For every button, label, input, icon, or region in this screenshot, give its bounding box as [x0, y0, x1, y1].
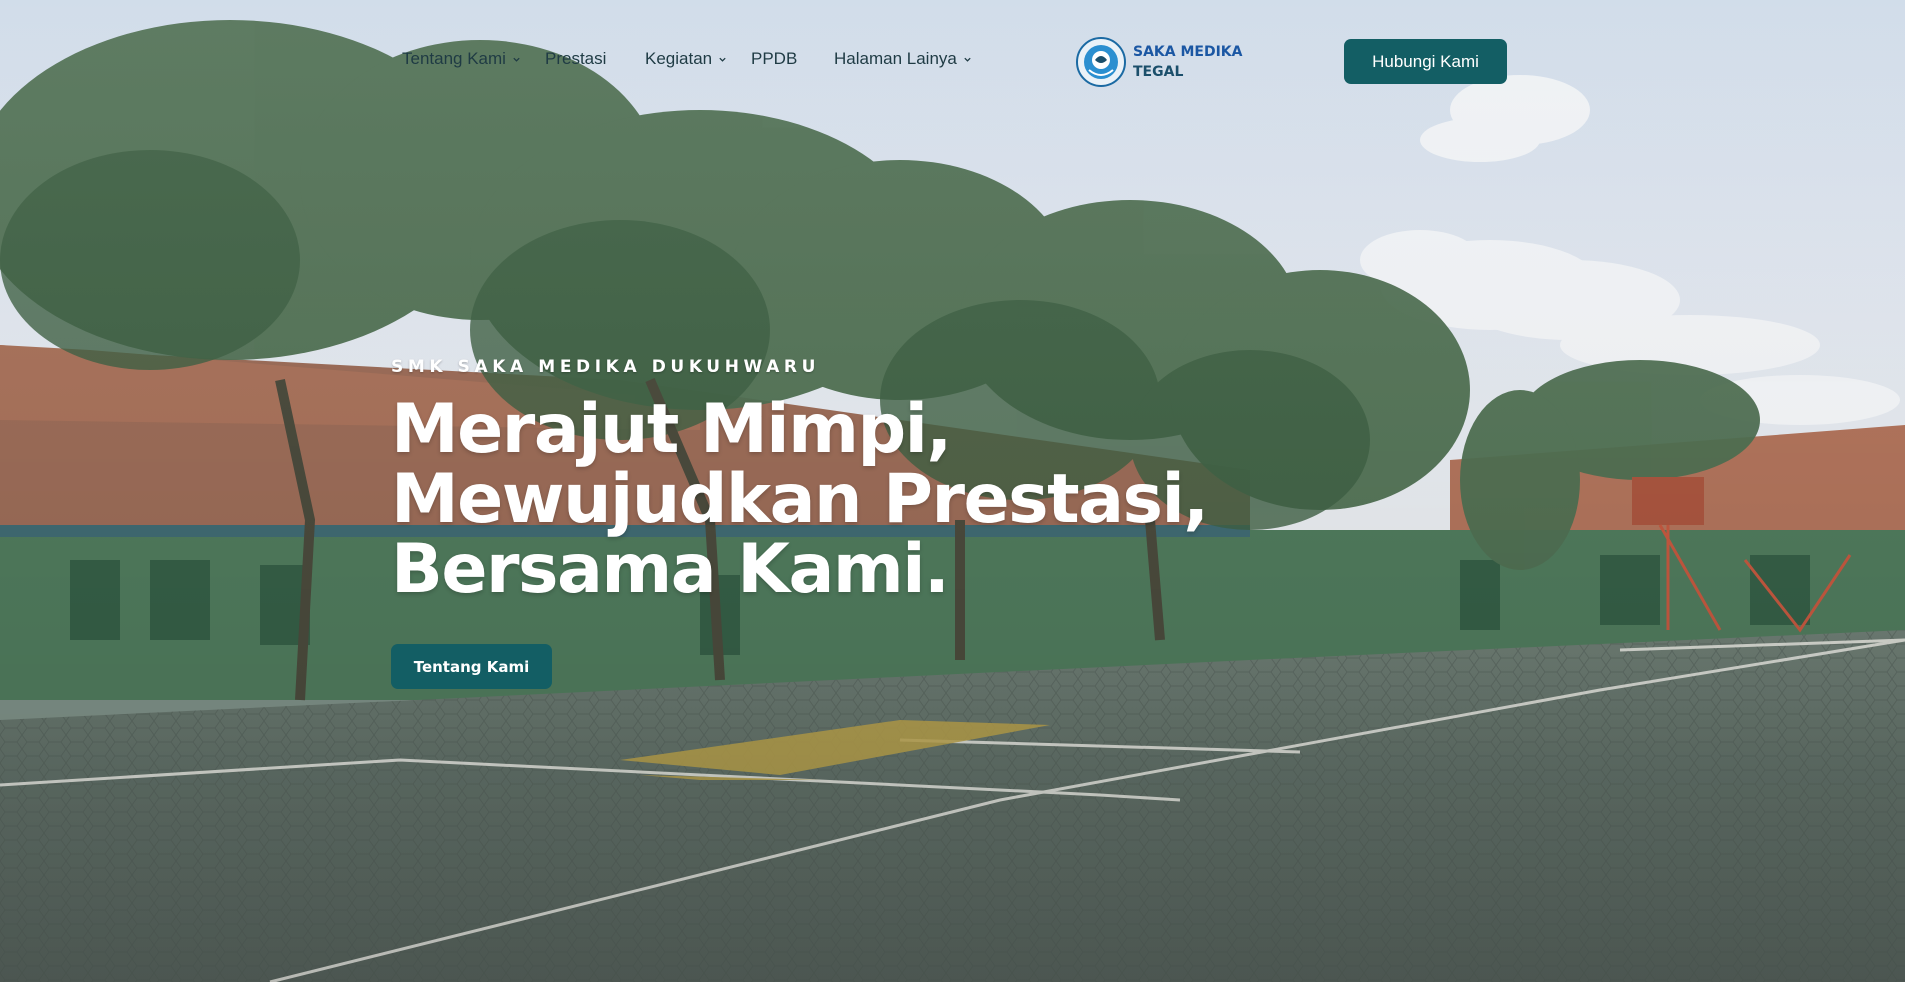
nav-item-label: Tentang Kami: [402, 49, 506, 68]
brand-name-line1: SAKA MEDIKA: [1133, 44, 1243, 60]
nav-item-kegiatan[interactable]: Kegiatan: [645, 49, 727, 69]
hero-headline-line: Merajut Mimpi,: [391, 390, 952, 469]
nav-item-ppdb[interactable]: PPDB: [751, 49, 797, 69]
chevron-down-icon: [964, 57, 971, 62]
chevron-down-icon: [719, 57, 726, 62]
contact-us-button[interactable]: Hubungi Kami: [1344, 39, 1507, 84]
nav-item-label: Kegiatan: [645, 49, 713, 68]
hero-eyebrow: SMK SAKA MEDIKA DUKUHWARU: [391, 357, 820, 377]
nav-item-label: PPDB: [751, 49, 798, 68]
nav-item-prestasi[interactable]: Prestasi: [545, 49, 606, 69]
top-navbar: Tentang Kami Prestasi Kegiatan PPDB Hala…: [0, 0, 1905, 120]
nav-item-halaman-lainya[interactable]: Halaman Lainya: [834, 49, 972, 69]
brand-name-line2: TEGAL: [1133, 64, 1184, 80]
hero-headline-line: Mewujudkan Prestasi,: [391, 460, 1209, 539]
about-us-button[interactable]: Tentang Kami: [391, 644, 552, 689]
nav-item-label: Prestasi: [545, 49, 607, 68]
brand-name: SAKA MEDIKA TEGAL: [1133, 42, 1242, 82]
chevron-down-icon: [513, 57, 520, 62]
school-logo-icon: [1076, 37, 1126, 87]
brand-logo[interactable]: SAKA MEDIKA TEGAL: [1075, 36, 1242, 88]
hero-headline: Merajut Mimpi, Mewujudkan Prestasi, Bers…: [391, 390, 1209, 609]
hero-headline-line: Bersama Kami.: [391, 530, 950, 609]
nav-item-label: Halaman Lainya: [834, 49, 957, 68]
nav-item-tentang-kami[interactable]: Tentang Kami: [402, 49, 521, 69]
